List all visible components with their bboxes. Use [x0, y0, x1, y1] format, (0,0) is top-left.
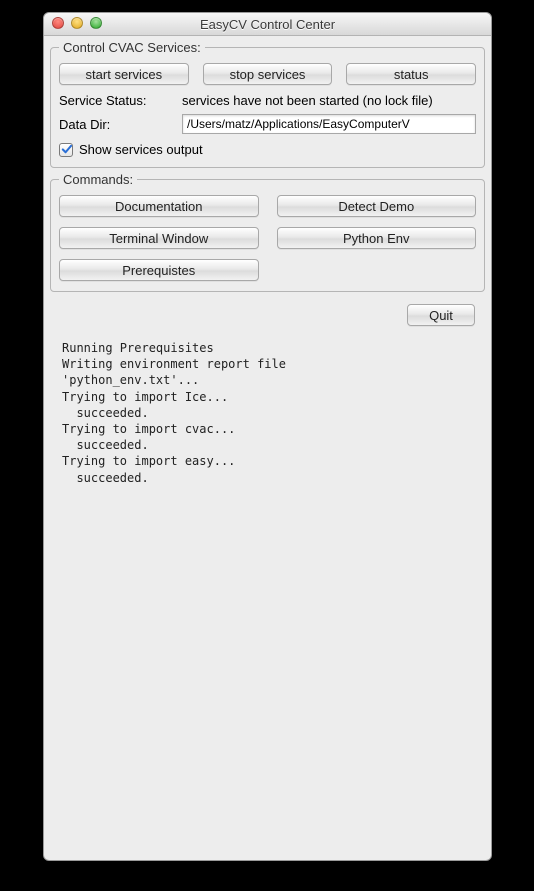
output-area[interactable]: Running Prerequisites Writing environmen… [54, 334, 481, 848]
show-output-checkbox[interactable] [59, 143, 73, 157]
app-window: EasyCV Control Center Control CVAC Servi… [43, 12, 492, 861]
status-button[interactable]: status [346, 63, 476, 85]
zoom-icon[interactable] [90, 17, 102, 29]
service-status-label: Service Status: [59, 93, 174, 108]
stop-services-button[interactable]: stop services [203, 63, 333, 85]
prerequisites-button[interactable]: Prerequistes [59, 259, 259, 281]
close-icon[interactable] [52, 17, 64, 29]
data-dir-label: Data Dir: [59, 117, 174, 132]
python-env-button[interactable]: Python Env [277, 227, 477, 249]
start-services-button[interactable]: start services [59, 63, 189, 85]
check-icon [61, 144, 72, 155]
detect-demo-button[interactable]: Detect Demo [277, 195, 477, 217]
commands-legend: Commands: [59, 172, 137, 187]
titlebar[interactable]: EasyCV Control Center [44, 13, 491, 36]
window-controls [52, 17, 102, 29]
show-output-label: Show services output [79, 142, 203, 157]
show-output-row: Show services output [59, 142, 476, 157]
documentation-button[interactable]: Documentation [59, 195, 259, 217]
window-content: Control CVAC Services: start services st… [44, 36, 491, 860]
minimize-icon[interactable] [71, 17, 83, 29]
commands-group: Commands: Documentation Detect Demo Term… [50, 172, 485, 292]
quit-row: Quit [50, 296, 485, 326]
service-status-value: services have not been started (no lock … [182, 93, 476, 108]
quit-button[interactable]: Quit [407, 304, 475, 326]
services-button-row: start services stop services status [59, 63, 476, 85]
commands-grid: Documentation Detect Demo Terminal Windo… [59, 195, 476, 281]
terminal-window-button[interactable]: Terminal Window [59, 227, 259, 249]
data-dir-row: Data Dir: [59, 114, 476, 134]
service-status-row: Service Status: services have not been s… [59, 93, 476, 108]
services-legend: Control CVAC Services: [59, 40, 205, 55]
window-title: EasyCV Control Center [44, 17, 491, 32]
data-dir-input[interactable] [182, 114, 476, 134]
services-group: Control CVAC Services: start services st… [50, 40, 485, 168]
